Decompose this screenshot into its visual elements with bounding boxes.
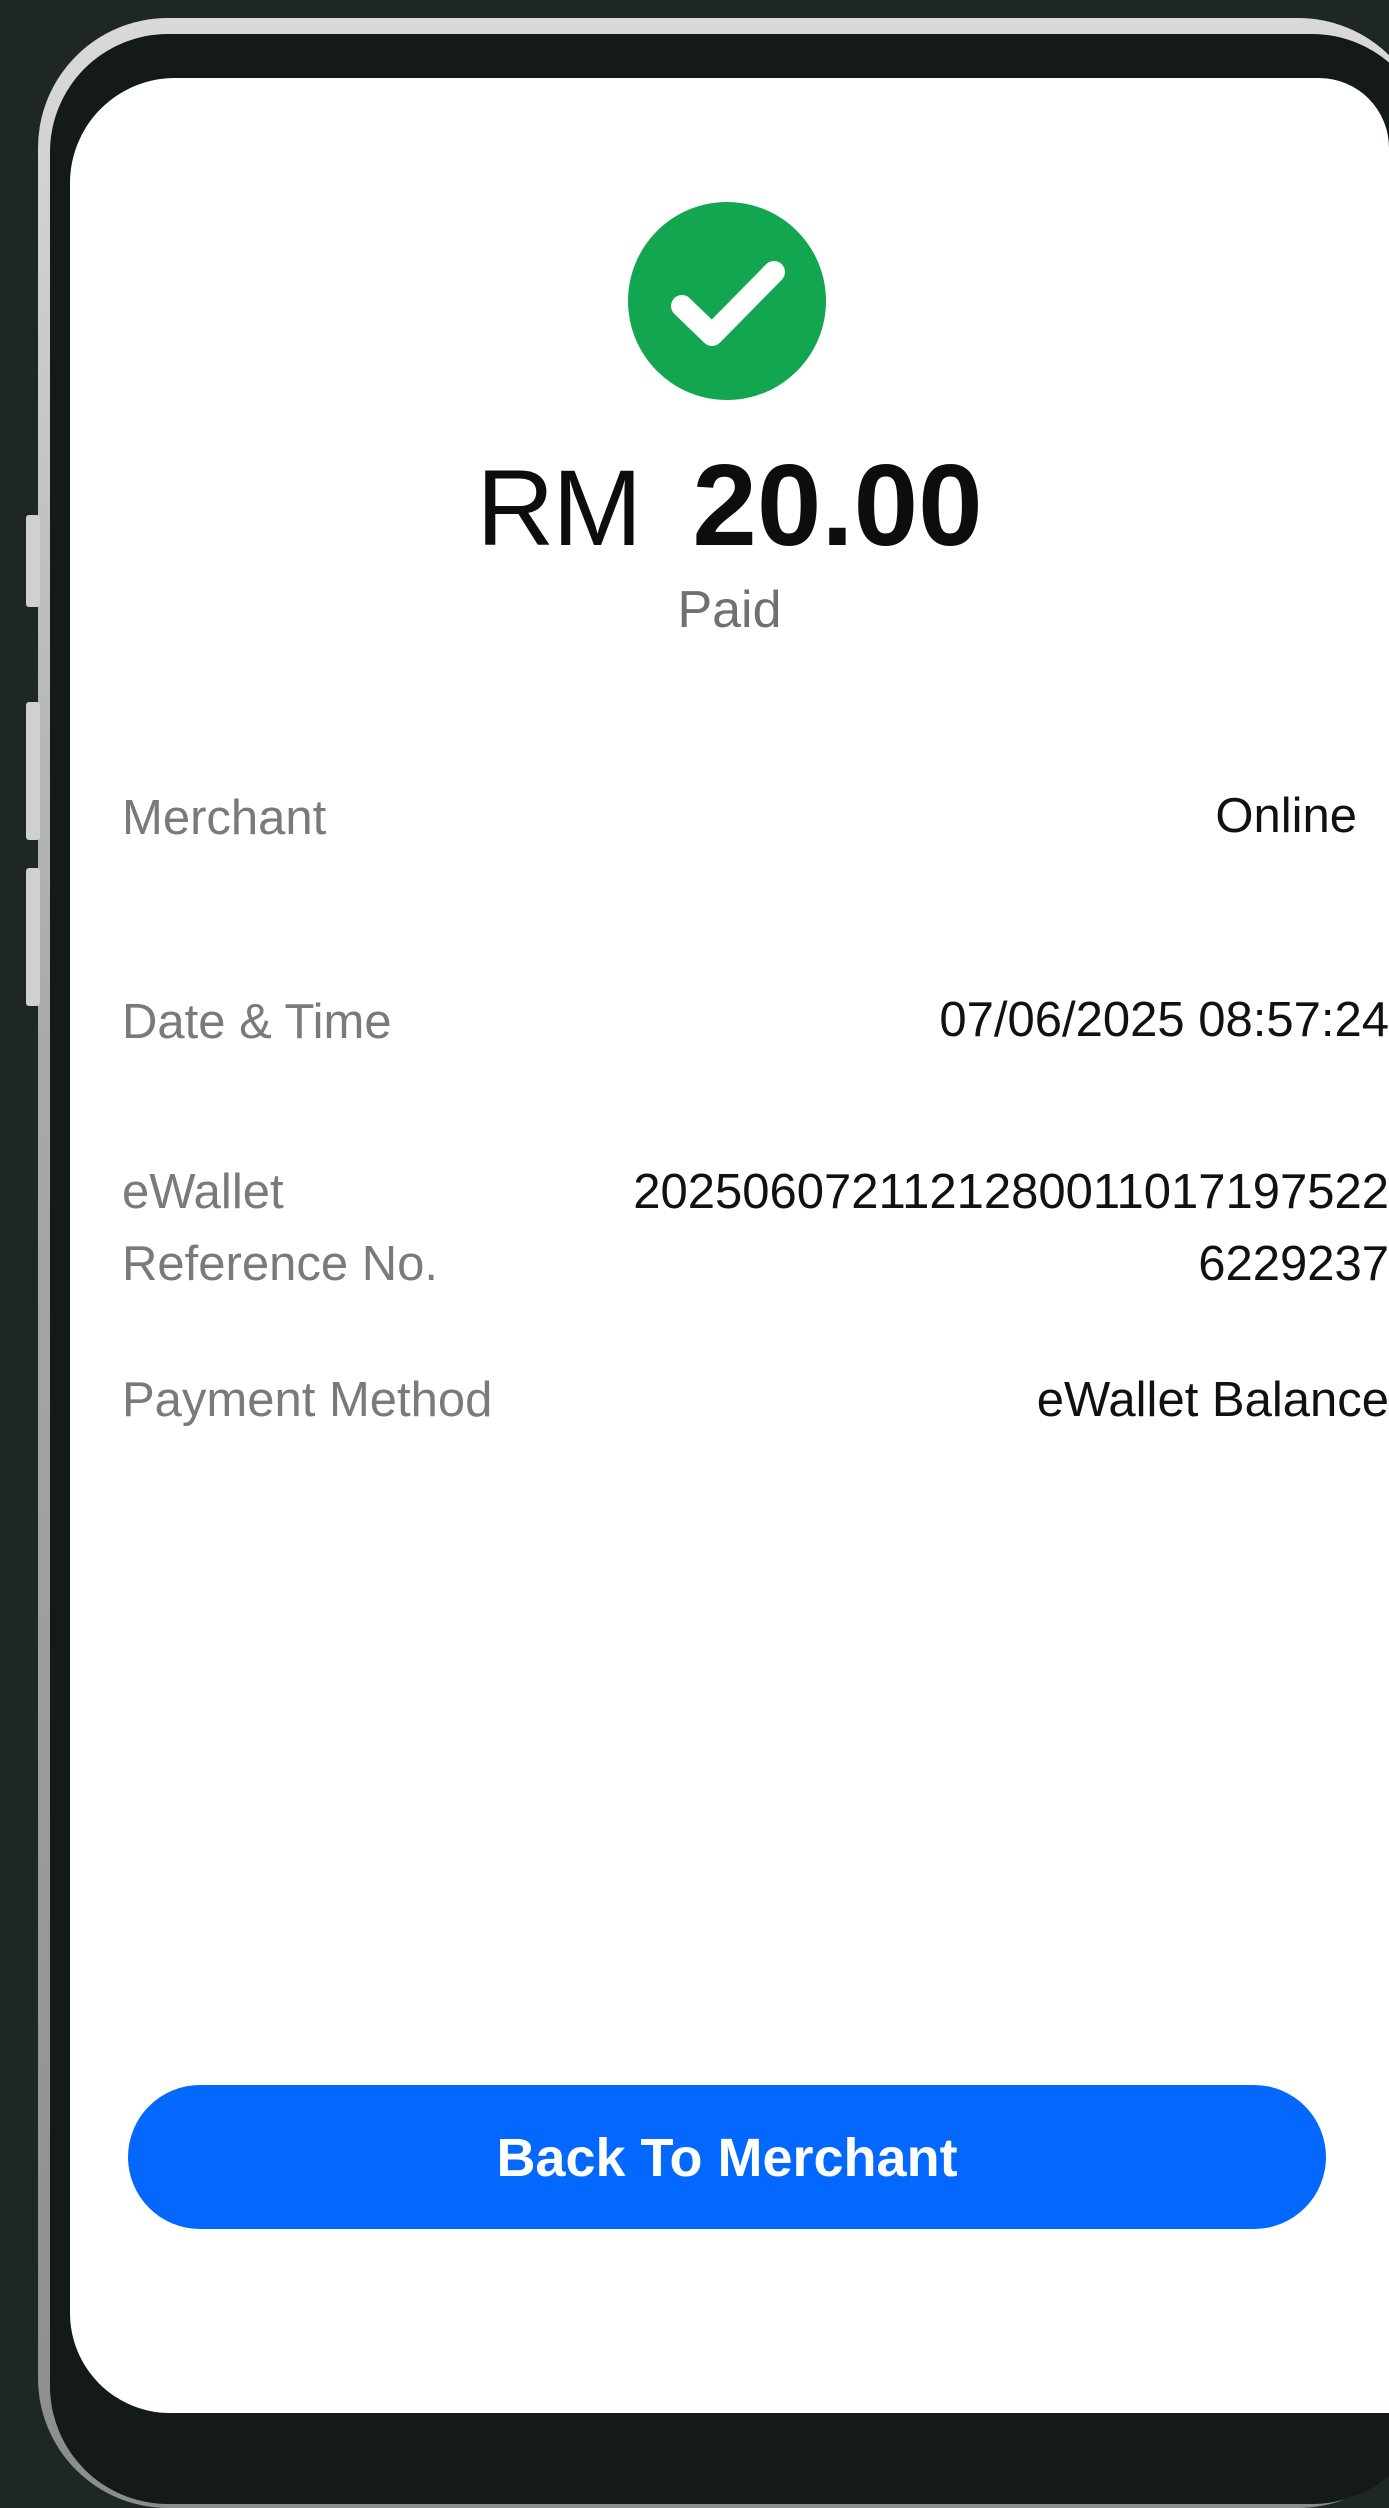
- payment-method-value: eWallet Balance: [1036, 1373, 1389, 1427]
- reference-label: eWallet Reference No.: [122, 1165, 438, 1291]
- payment-receipt-screen: RM 20.00 Paid Merchant Online Date & Time…: [70, 78, 1389, 2413]
- amount-value: 20.00: [692, 440, 983, 570]
- side-button: [26, 515, 40, 607]
- payment-amount: RM 20.00: [70, 438, 1389, 572]
- currency-code: RM: [476, 447, 642, 568]
- back-to-merchant-button[interactable]: Back To Merchant: [128, 2085, 1326, 2229]
- side-button: [26, 702, 40, 840]
- datetime-value: 07/06/2025 08:57:24: [939, 993, 1389, 1047]
- merchant-value: Online: [1215, 789, 1357, 843]
- side-button: [26, 868, 40, 1006]
- datetime-label: Date & Time: [122, 995, 392, 1049]
- payment-status: Paid: [677, 581, 782, 639]
- check-circle-icon: [628, 202, 826, 400]
- payment-method-label: Payment Method: [122, 1373, 493, 1427]
- reference-value: 20250607211212800110171975226229237: [633, 1165, 1389, 1291]
- merchant-label: Merchant: [122, 791, 327, 845]
